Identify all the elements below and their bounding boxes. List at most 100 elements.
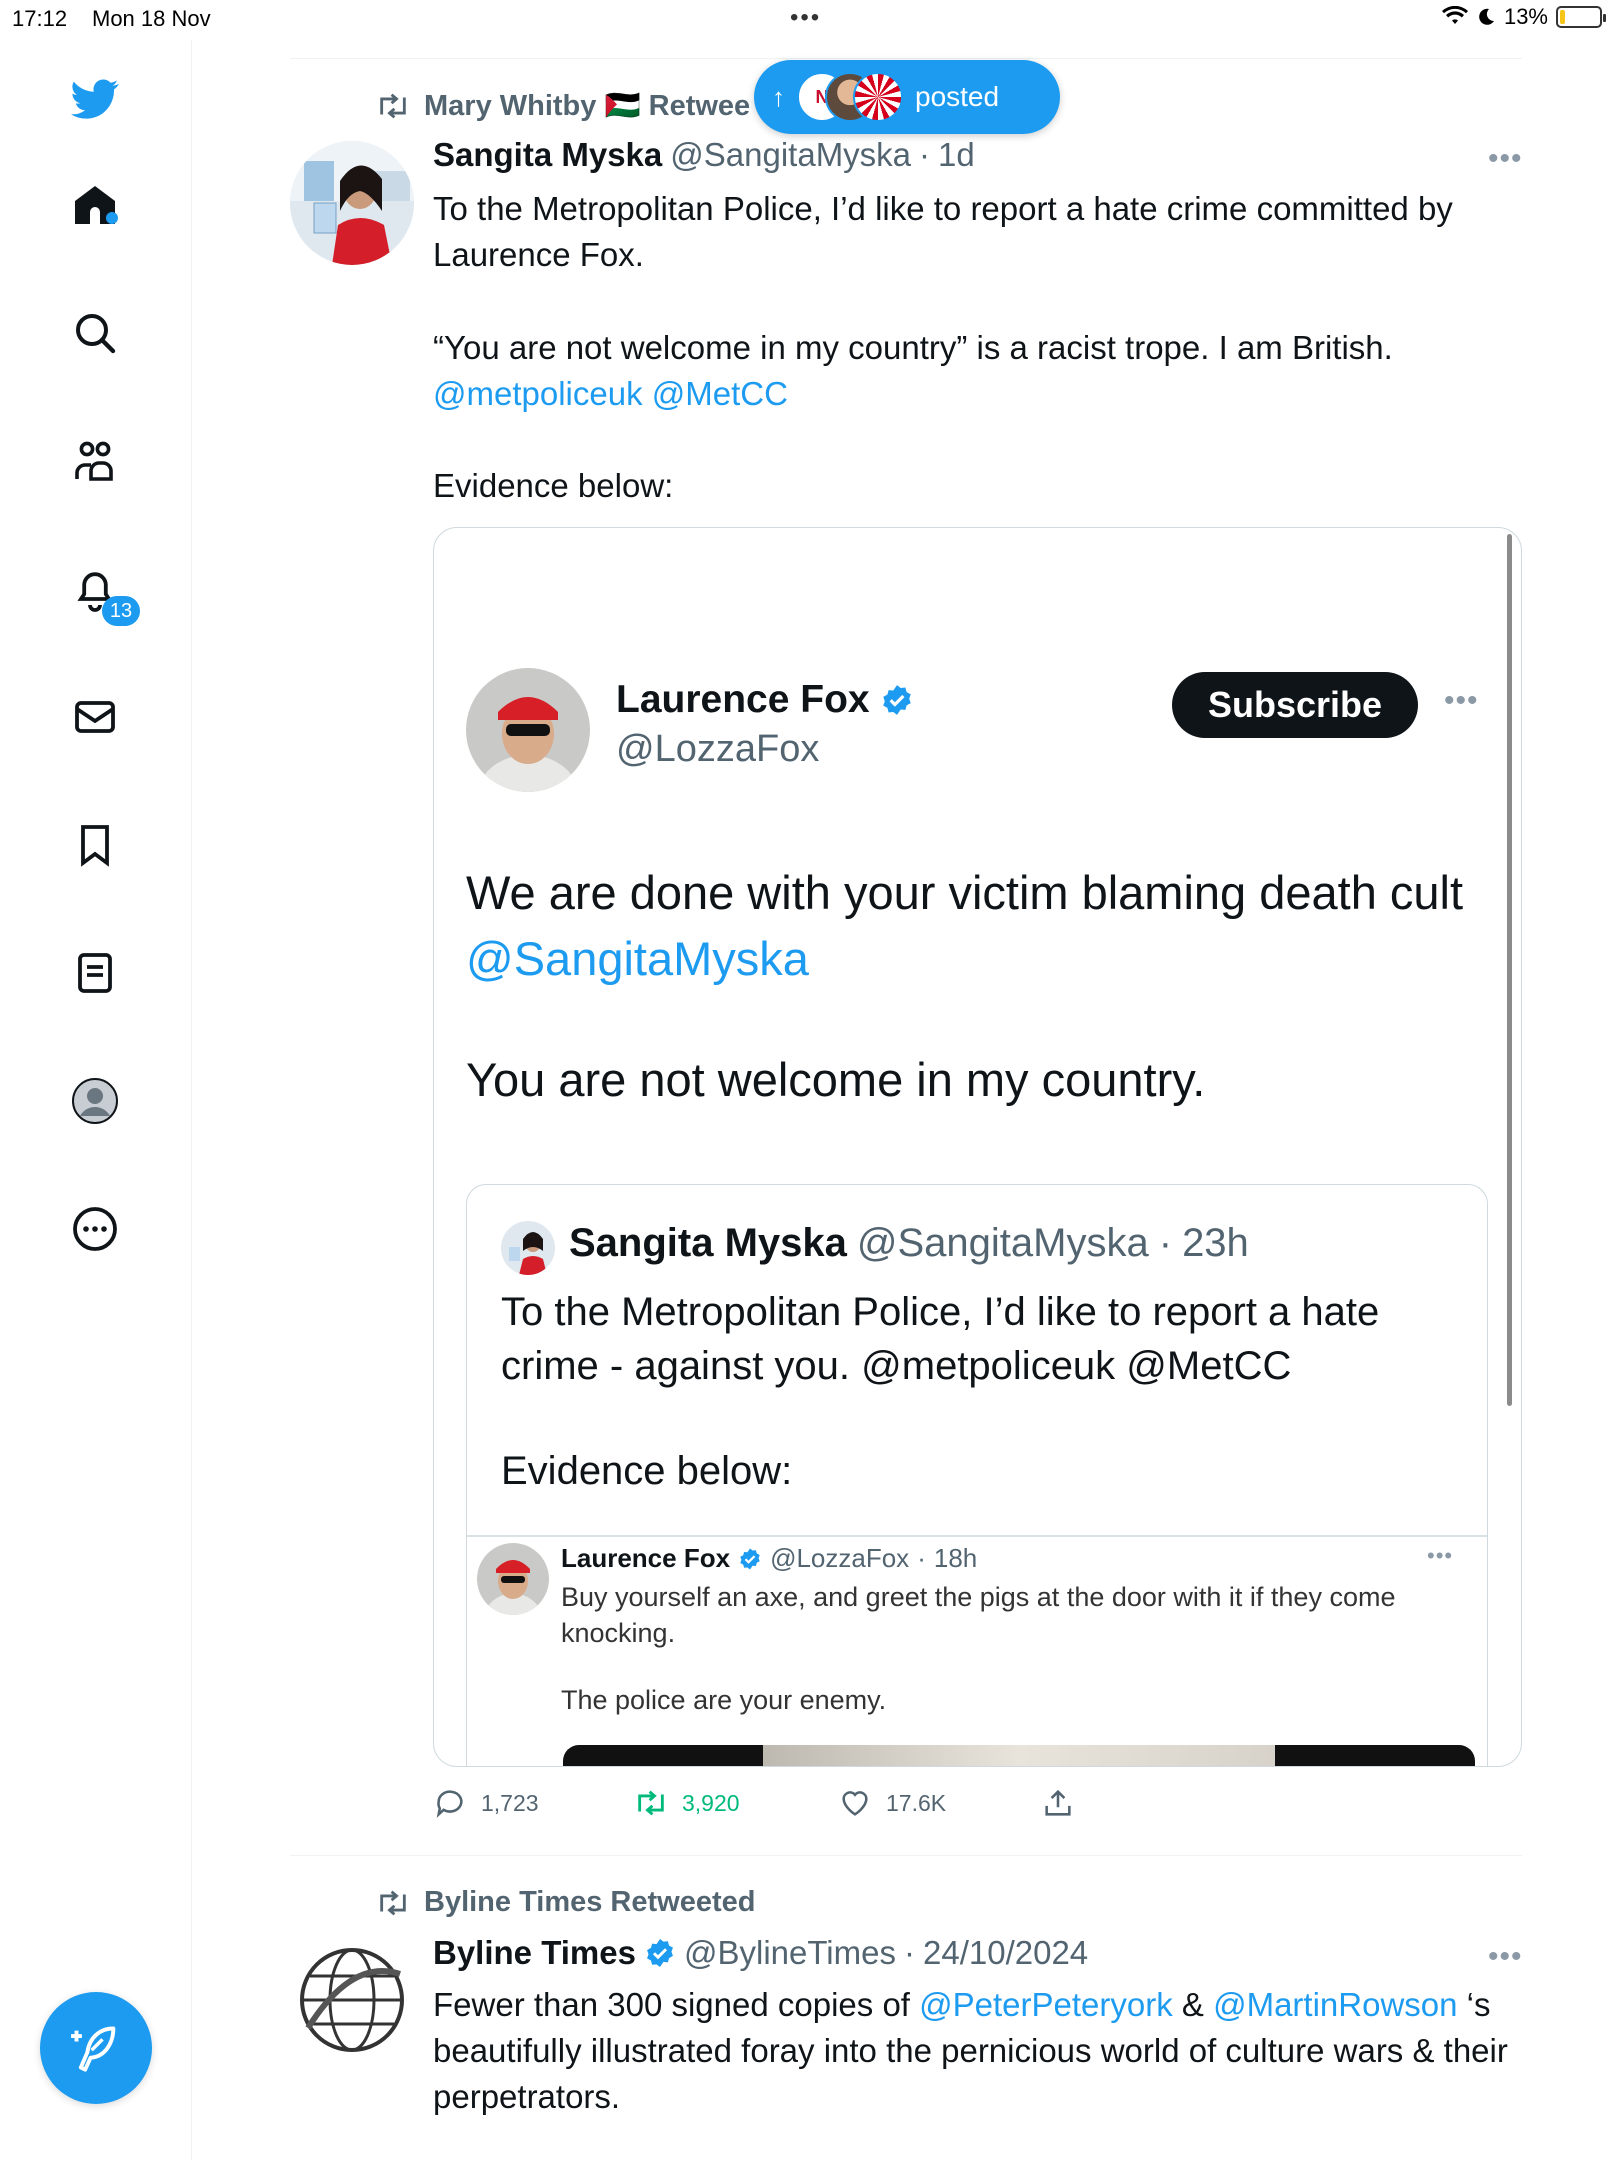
embed-quoted-tweet: Sangita Myska @SangitaMyska · 23h To the… <box>466 1184 1488 1766</box>
lists-icon[interactable] <box>62 940 128 1006</box>
tweet2-time[interactable]: 24/10/2024 <box>923 1934 1088 1972</box>
home-icon[interactable] <box>62 172 128 238</box>
compose-tweet-button[interactable] <box>40 1992 152 2104</box>
tweet1-text-3: Evidence below: <box>433 467 674 504</box>
status-time: 17:12 <box>12 6 68 31</box>
embed-author-name: Laurence Fox <box>616 678 870 721</box>
embed-author: Laurence Fox <box>616 678 914 722</box>
sidebar: 13 <box>0 40 192 2160</box>
quote-author-name: Sangita Myska <box>569 1221 847 1265</box>
reply-icon <box>436 1790 463 1818</box>
profile-avatar-icon[interactable] <box>62 1068 128 1134</box>
home-unread-dot <box>106 212 118 224</box>
quote-handle: @SangitaMyska <box>856 1221 1149 1265</box>
inner-handle: @LozzaFox <box>770 1543 910 1573</box>
tweet2-more-icon[interactable]: ••• <box>1488 1940 1523 1974</box>
retweet-action[interactable]: 3,920 <box>634 1786 740 1820</box>
inner-text-1: Buy yourself an axe, and greet the pigs … <box>561 1582 1396 1648</box>
status-indicators: 13% <box>1441 4 1606 30</box>
battery-icon <box>1556 6 1606 28</box>
more-options-icon[interactable] <box>62 1196 128 1262</box>
inner-author-name: Laurence Fox <box>561 1543 731 1573</box>
quote-avatar <box>501 1221 555 1275</box>
inner-more-icon: ••• <box>1427 1543 1454 1568</box>
embed-subscribe-button: Subscribe <box>1172 672 1418 738</box>
embed-text-1: We are done with your victim blaming dea… <box>466 866 1464 919</box>
inner-verified-icon <box>740 1548 760 1569</box>
verified-badge-icon <box>882 685 911 715</box>
messages-icon[interactable] <box>62 684 128 750</box>
quote-screenshot: Laurence Fox @LozzaFox · 18h ••• Buy you… <box>467 1535 1487 1766</box>
arrow-up-icon: ↑ <box>772 81 785 112</box>
retweeted-by-label: Mary Whitby 🇵🇸 Retweeted <box>424 90 750 122</box>
tweet-divider <box>290 1855 1522 1856</box>
quote-text: To the Metropolitan Police, I’d like to … <box>501 1290 1380 1388</box>
embed-scrollbar[interactable] <box>1507 534 1512 1406</box>
separator-dot: · <box>919 136 931 173</box>
inner-time: 18h <box>933 1543 978 1573</box>
inner-media <box>563 1745 1475 1766</box>
tweet1-mentions: @metpoliceuk @MetCC <box>433 371 1523 417</box>
tweet2-header: Byline Times @BylineTimes · 24/10/2024 <box>433 1934 1088 1972</box>
embed-mention: @SangitaMyska <box>466 932 809 985</box>
quote-separator: · <box>1158 1221 1173 1265</box>
tweet2-text-b: & <box>1172 1986 1214 2023</box>
tweet1-header: Sangita Myska @SangitaMyska · 1d <box>433 136 975 174</box>
bookmarks-icon[interactable] <box>62 812 128 878</box>
quote-time: 23h <box>1182 1221 1249 1265</box>
sangita-myska-avatar[interactable] <box>290 141 414 265</box>
mention-metpoliceuk[interactable]: @metpoliceuk <box>433 375 643 412</box>
tweet1-embedded-image[interactable]: Laurence Fox @LozzaFox Subscribe ••• We … <box>433 527 1522 1767</box>
embed-more-icon: ••• <box>1444 684 1479 717</box>
tweet1-text-2: “You are not welcome in my country” is a… <box>433 329 1393 366</box>
timeline-top-border <box>290 58 1522 59</box>
separator-dot: · <box>903 1934 915 1971</box>
retweeted-by-label-2: Byline Times Retweeted <box>424 1886 756 1918</box>
mention-metcc[interactable]: @MetCC <box>652 375 788 412</box>
battery-percent: 13% <box>1503 4 1548 29</box>
notifications-badge: 13 <box>102 596 140 626</box>
communities-icon[interactable] <box>62 428 128 494</box>
multitasking-dots-icon[interactable]: ••• <box>790 4 821 32</box>
embed-text: We are done with your victim blaming dea… <box>466 860 1496 992</box>
inner-text-2: The police are your enemy. <box>561 1685 887 1715</box>
byline-times-avatar[interactable] <box>290 1938 414 2062</box>
embed-text-2: You are not welcome in my country. <box>466 1053 1206 1106</box>
tweet1-handle[interactable]: @SangitaMyska <box>670 136 911 174</box>
tweet2-text-a: Fewer than 300 signed copies of <box>433 1986 920 2023</box>
retweet-context-2[interactable]: Byline Times Retweeted <box>376 1886 755 1919</box>
inner-separator: · <box>917 1543 926 1573</box>
twitter-logo-icon[interactable] <box>62 66 128 132</box>
share-action[interactable] <box>1041 1786 1075 1820</box>
retweet-icon <box>380 1890 406 1915</box>
tweet1-time[interactable]: 1d <box>938 136 975 174</box>
tweet2-author-name[interactable]: Byline Times <box>433 1934 636 1972</box>
share-icon <box>1045 1789 1071 1816</box>
mention-peterpeteryork[interactable]: @PeterPeteryork <box>919 1986 1173 2023</box>
tweet1-more-icon[interactable]: ••• <box>1488 142 1523 176</box>
reply-count: 1,723 <box>481 1789 539 1816</box>
heart-icon <box>842 1791 868 1816</box>
inner-avatar <box>477 1543 549 1615</box>
tweet1-author-name[interactable]: Sangita Myska <box>433 136 662 174</box>
new-posts-label: posted <box>915 81 1000 112</box>
wifi-icon <box>1441 6 1468 24</box>
pill-avatar-3 <box>853 72 903 122</box>
inner-header: Laurence Fox @LozzaFox · 18h <box>561 1543 977 1574</box>
retweet-count: 3,920 <box>682 1789 740 1816</box>
quote-evidence: Evidence below: <box>501 1449 793 1493</box>
like-action[interactable]: 17.6K <box>838 1786 946 1820</box>
reply-action[interactable]: 1,723 <box>433 1786 539 1820</box>
tweet2-text: Fewer than 300 signed copies of @PeterPe… <box>433 1982 1523 2120</box>
status-date: Mon 18 Nov <box>92 6 211 31</box>
mention-martinrowson[interactable]: @MartinRowson <box>1213 1986 1457 2023</box>
moon-icon <box>1479 8 1494 25</box>
laurence-fox-avatar <box>466 668 590 792</box>
like-count: 17.6K <box>886 1789 947 1816</box>
retweet-context[interactable]: Mary Whitby 🇵🇸 Retweeted <box>376 89 750 123</box>
tweet2-handle[interactable]: @BylineTimes <box>684 1934 896 1972</box>
quote-header: Sangita Myska @SangitaMyska · 23h <box>569 1221 1249 1266</box>
search-icon[interactable] <box>62 300 128 366</box>
verified-badge-icon <box>647 1939 673 1967</box>
new-posts-pill[interactable]: ↑ N posted <box>754 60 1060 134</box>
